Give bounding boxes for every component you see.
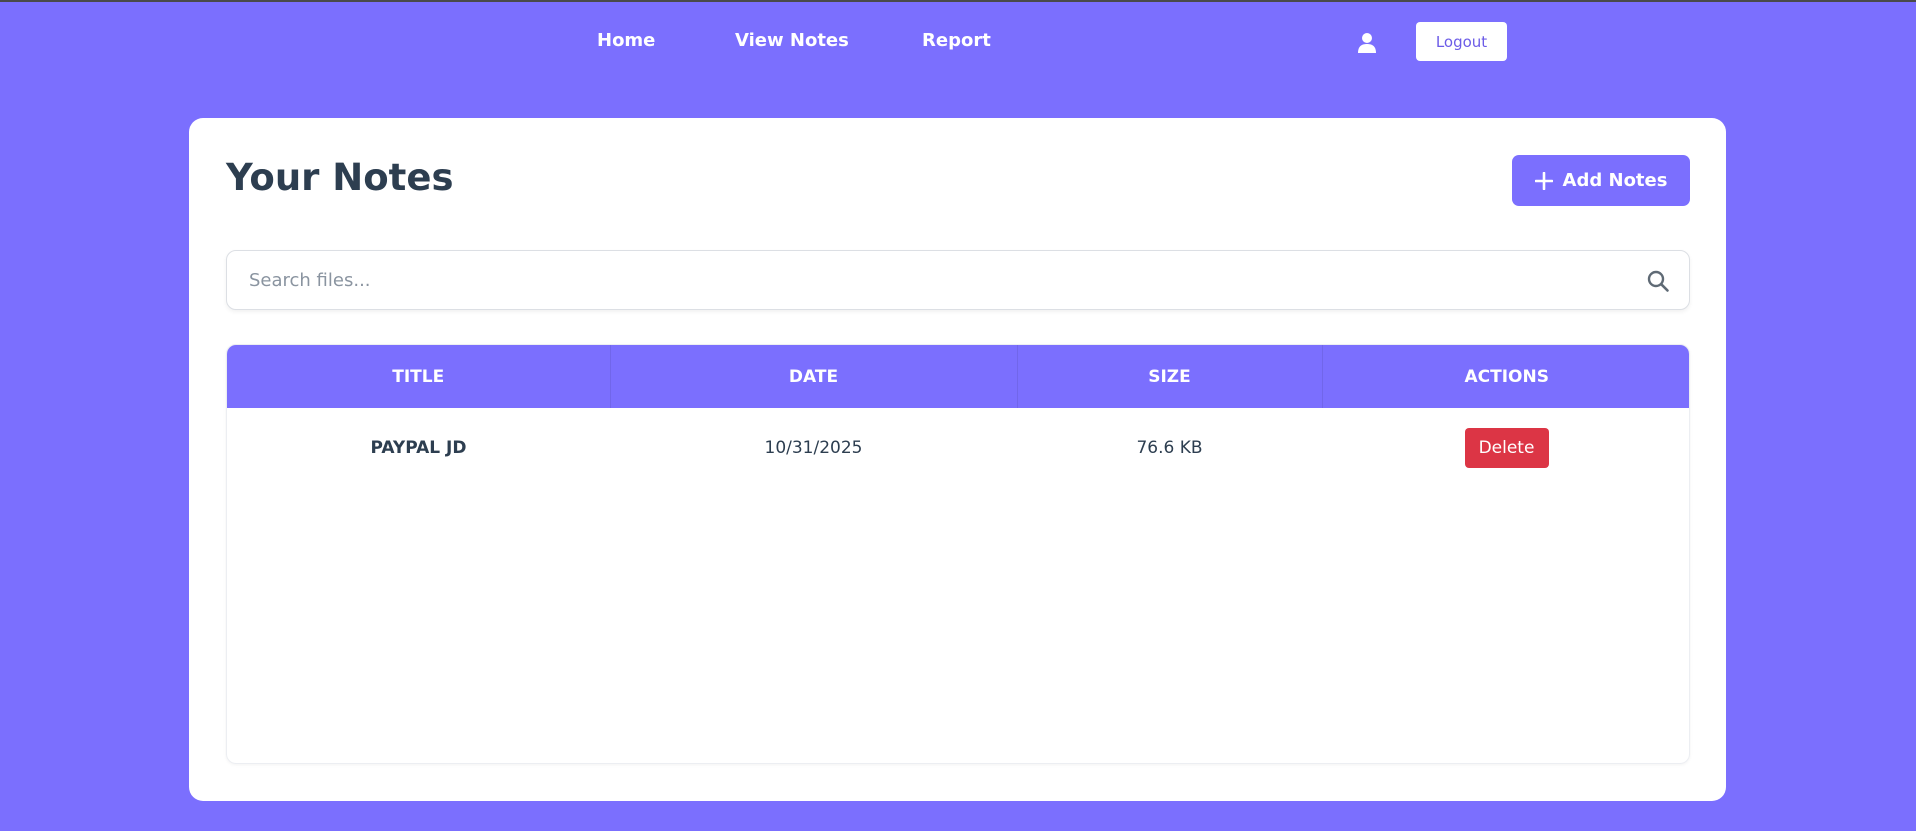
nav-home-link[interactable]: Home xyxy=(597,30,655,51)
delete-button[interactable]: Delete xyxy=(1464,428,1549,468)
user-icon[interactable] xyxy=(1357,32,1377,54)
search-bar xyxy=(226,250,1690,310)
add-notes-button[interactable]: Add Notes xyxy=(1512,155,1690,206)
notes-card: Your Notes Add Notes Title Date Size Act… xyxy=(189,118,1726,801)
table-row: PAYPAL JD 10/31/2025 76.6 KB Delete xyxy=(227,408,1689,488)
logout-button[interactable]: Logout xyxy=(1416,22,1507,61)
nav-report-link[interactable]: Report xyxy=(922,30,991,51)
page-title: Your Notes xyxy=(226,156,454,199)
search-input[interactable] xyxy=(227,251,1689,309)
add-notes-label: Add Notes xyxy=(1562,170,1668,191)
nav-view-notes-link[interactable]: View Notes xyxy=(735,30,849,51)
column-header-date[interactable]: Date xyxy=(610,345,1018,408)
note-actions-cell: Delete xyxy=(1322,408,1689,488)
note-date-cell: 10/31/2025 xyxy=(764,438,863,458)
note-size-cell: 76.6 KB xyxy=(1136,438,1203,458)
column-header-size[interactable]: Size xyxy=(1017,345,1323,408)
column-header-actions: Actions xyxy=(1464,366,1549,387)
search-icon[interactable] xyxy=(1646,269,1670,293)
note-title-cell: PAYPAL JD xyxy=(370,438,467,458)
table-header-row: Title Date Size Actions xyxy=(227,345,1689,408)
notes-table-container: Title Date Size Actions PAYPAL JD 10/31/… xyxy=(226,344,1690,764)
column-header-title[interactable]: Title xyxy=(227,345,611,408)
top-navbar: Home View Notes Report Logout xyxy=(0,2,1916,82)
notes-table: Title Date Size Actions PAYPAL JD 10/31/… xyxy=(227,345,1689,488)
plus-icon xyxy=(1534,171,1553,190)
